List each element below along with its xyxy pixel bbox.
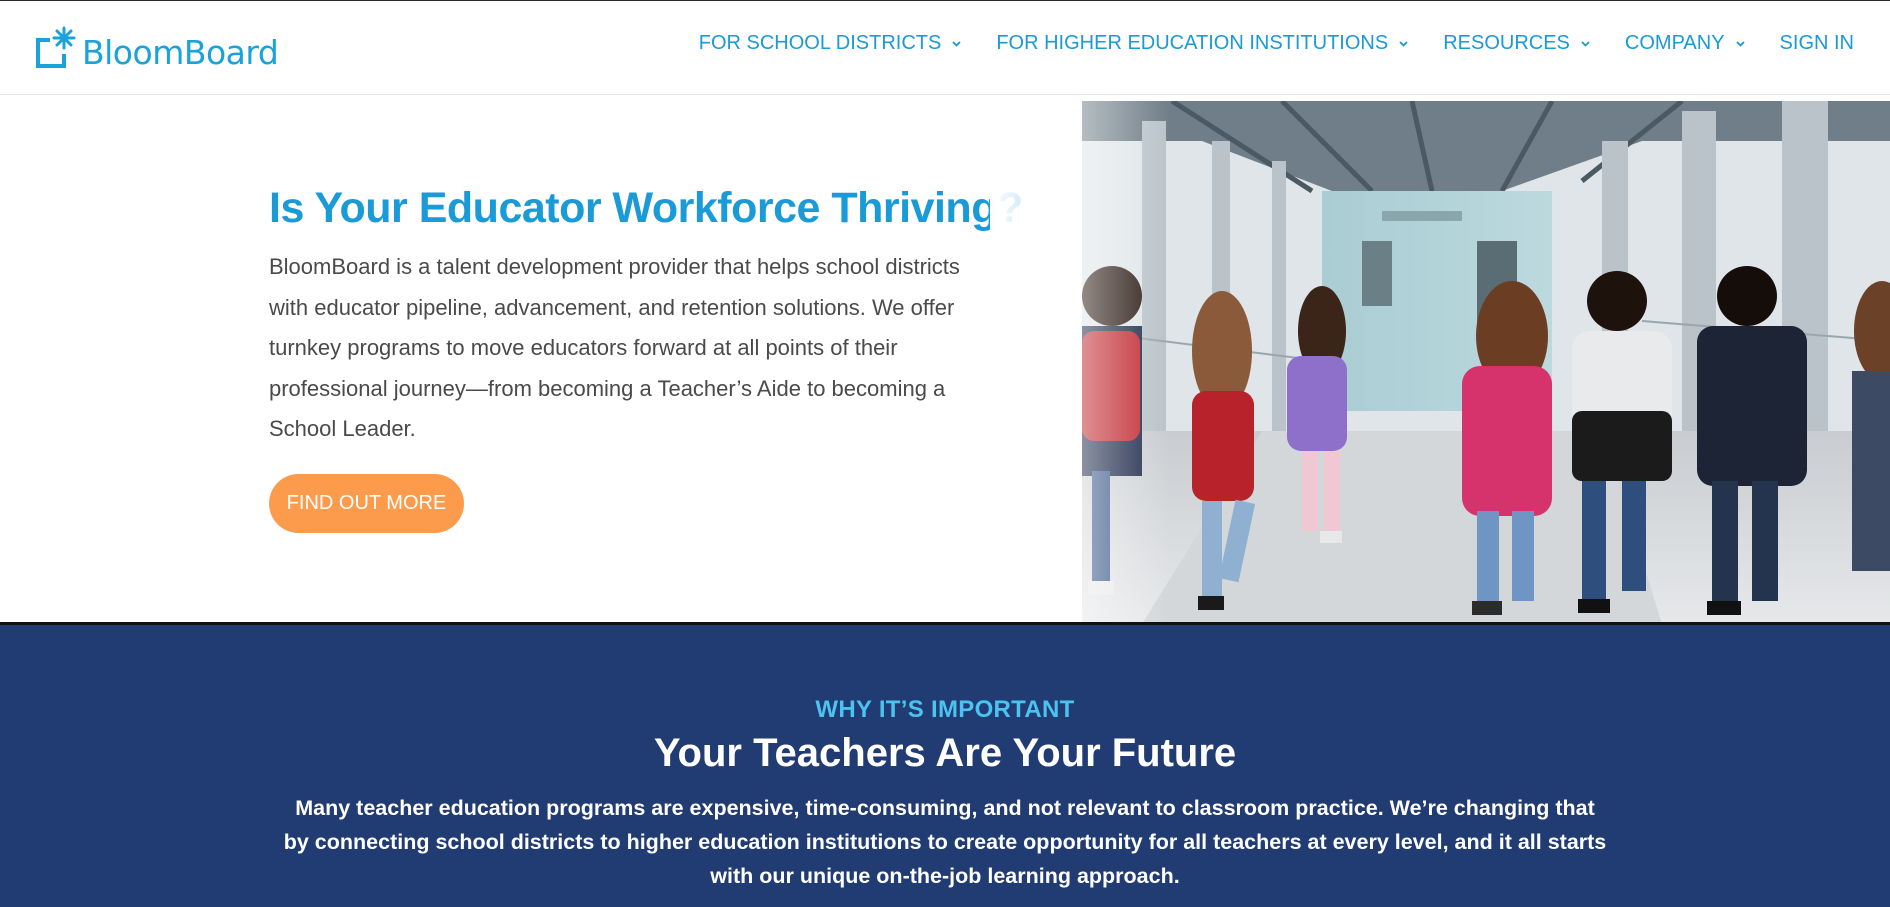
why-kicker: WHY IT’S IMPORTANT <box>815 696 1075 723</box>
chevron-down-icon <box>952 41 961 47</box>
hero-body: BloomBoard is a talent development provi… <box>269 254 960 441</box>
nav-sign-in-label: SIGN IN <box>1779 32 1854 54</box>
logo-mark-icon <box>36 26 76 68</box>
nav-sign-in[interactable]: SIGN IN <box>1780 32 1854 55</box>
why-body: Many teacher education programs are expe… <box>283 796 1607 888</box>
chevron-down-icon <box>1735 41 1745 47</box>
logo-text: BloomBoard <box>82 32 279 72</box>
nav-school-districts-label: FOR SCHOOL DISTRICTS <box>698 32 942 54</box>
nav-school-districts[interactable]: FOR SCHOOL DISTRICTS <box>699 32 963 55</box>
find-out-more-button[interactable]: FIND OUT MORE <box>269 474 464 533</box>
chevron-down-icon <box>1399 41 1408 47</box>
hero-copy: Is Your Educator Workforce Thriving? Blo… <box>269 184 1023 450</box>
nav-higher-education-label: FOR HIGHER EDUCATION INSTITUTIONS <box>996 32 1389 54</box>
main-nav: FOR SCHOOL DISTRICTS FOR HIGHER EDUCATIO… <box>699 32 1854 55</box>
bloomboard-logo[interactable]: BloomBoard <box>34 25 279 73</box>
nav-resources[interactable]: RESOURCES <box>1443 32 1591 55</box>
hero-photo <box>1082 101 1890 624</box>
hero-section: Is Your Educator Workforce Thriving? Blo… <box>0 96 1890 625</box>
nav-higher-education[interactable]: FOR HIGHER EDUCATION INSTITUTIONS <box>996 32 1409 55</box>
why-section: WHY IT’S IMPORTANT Your Teachers Are You… <box>0 625 1890 907</box>
photo-children-running-icon <box>1082 101 1890 624</box>
nav-company[interactable]: COMPANY <box>1625 32 1746 55</box>
hero-title: Is Your Educator Workforce Thriving? <box>269 184 1023 232</box>
nav-resources-label: RESOURCES <box>1443 32 1570 54</box>
page: BloomBoard FOR SCHOOL DISTRICTS FOR HIGH… <box>0 0 1890 907</box>
nav-company-label: COMPANY <box>1624 32 1725 54</box>
chevron-down-icon <box>1581 41 1590 47</box>
why-title: Your Teachers Are Your Future <box>653 731 1237 775</box>
site-header: BloomBoard FOR SCHOOL DISTRICTS FOR HIGH… <box>0 0 1890 95</box>
